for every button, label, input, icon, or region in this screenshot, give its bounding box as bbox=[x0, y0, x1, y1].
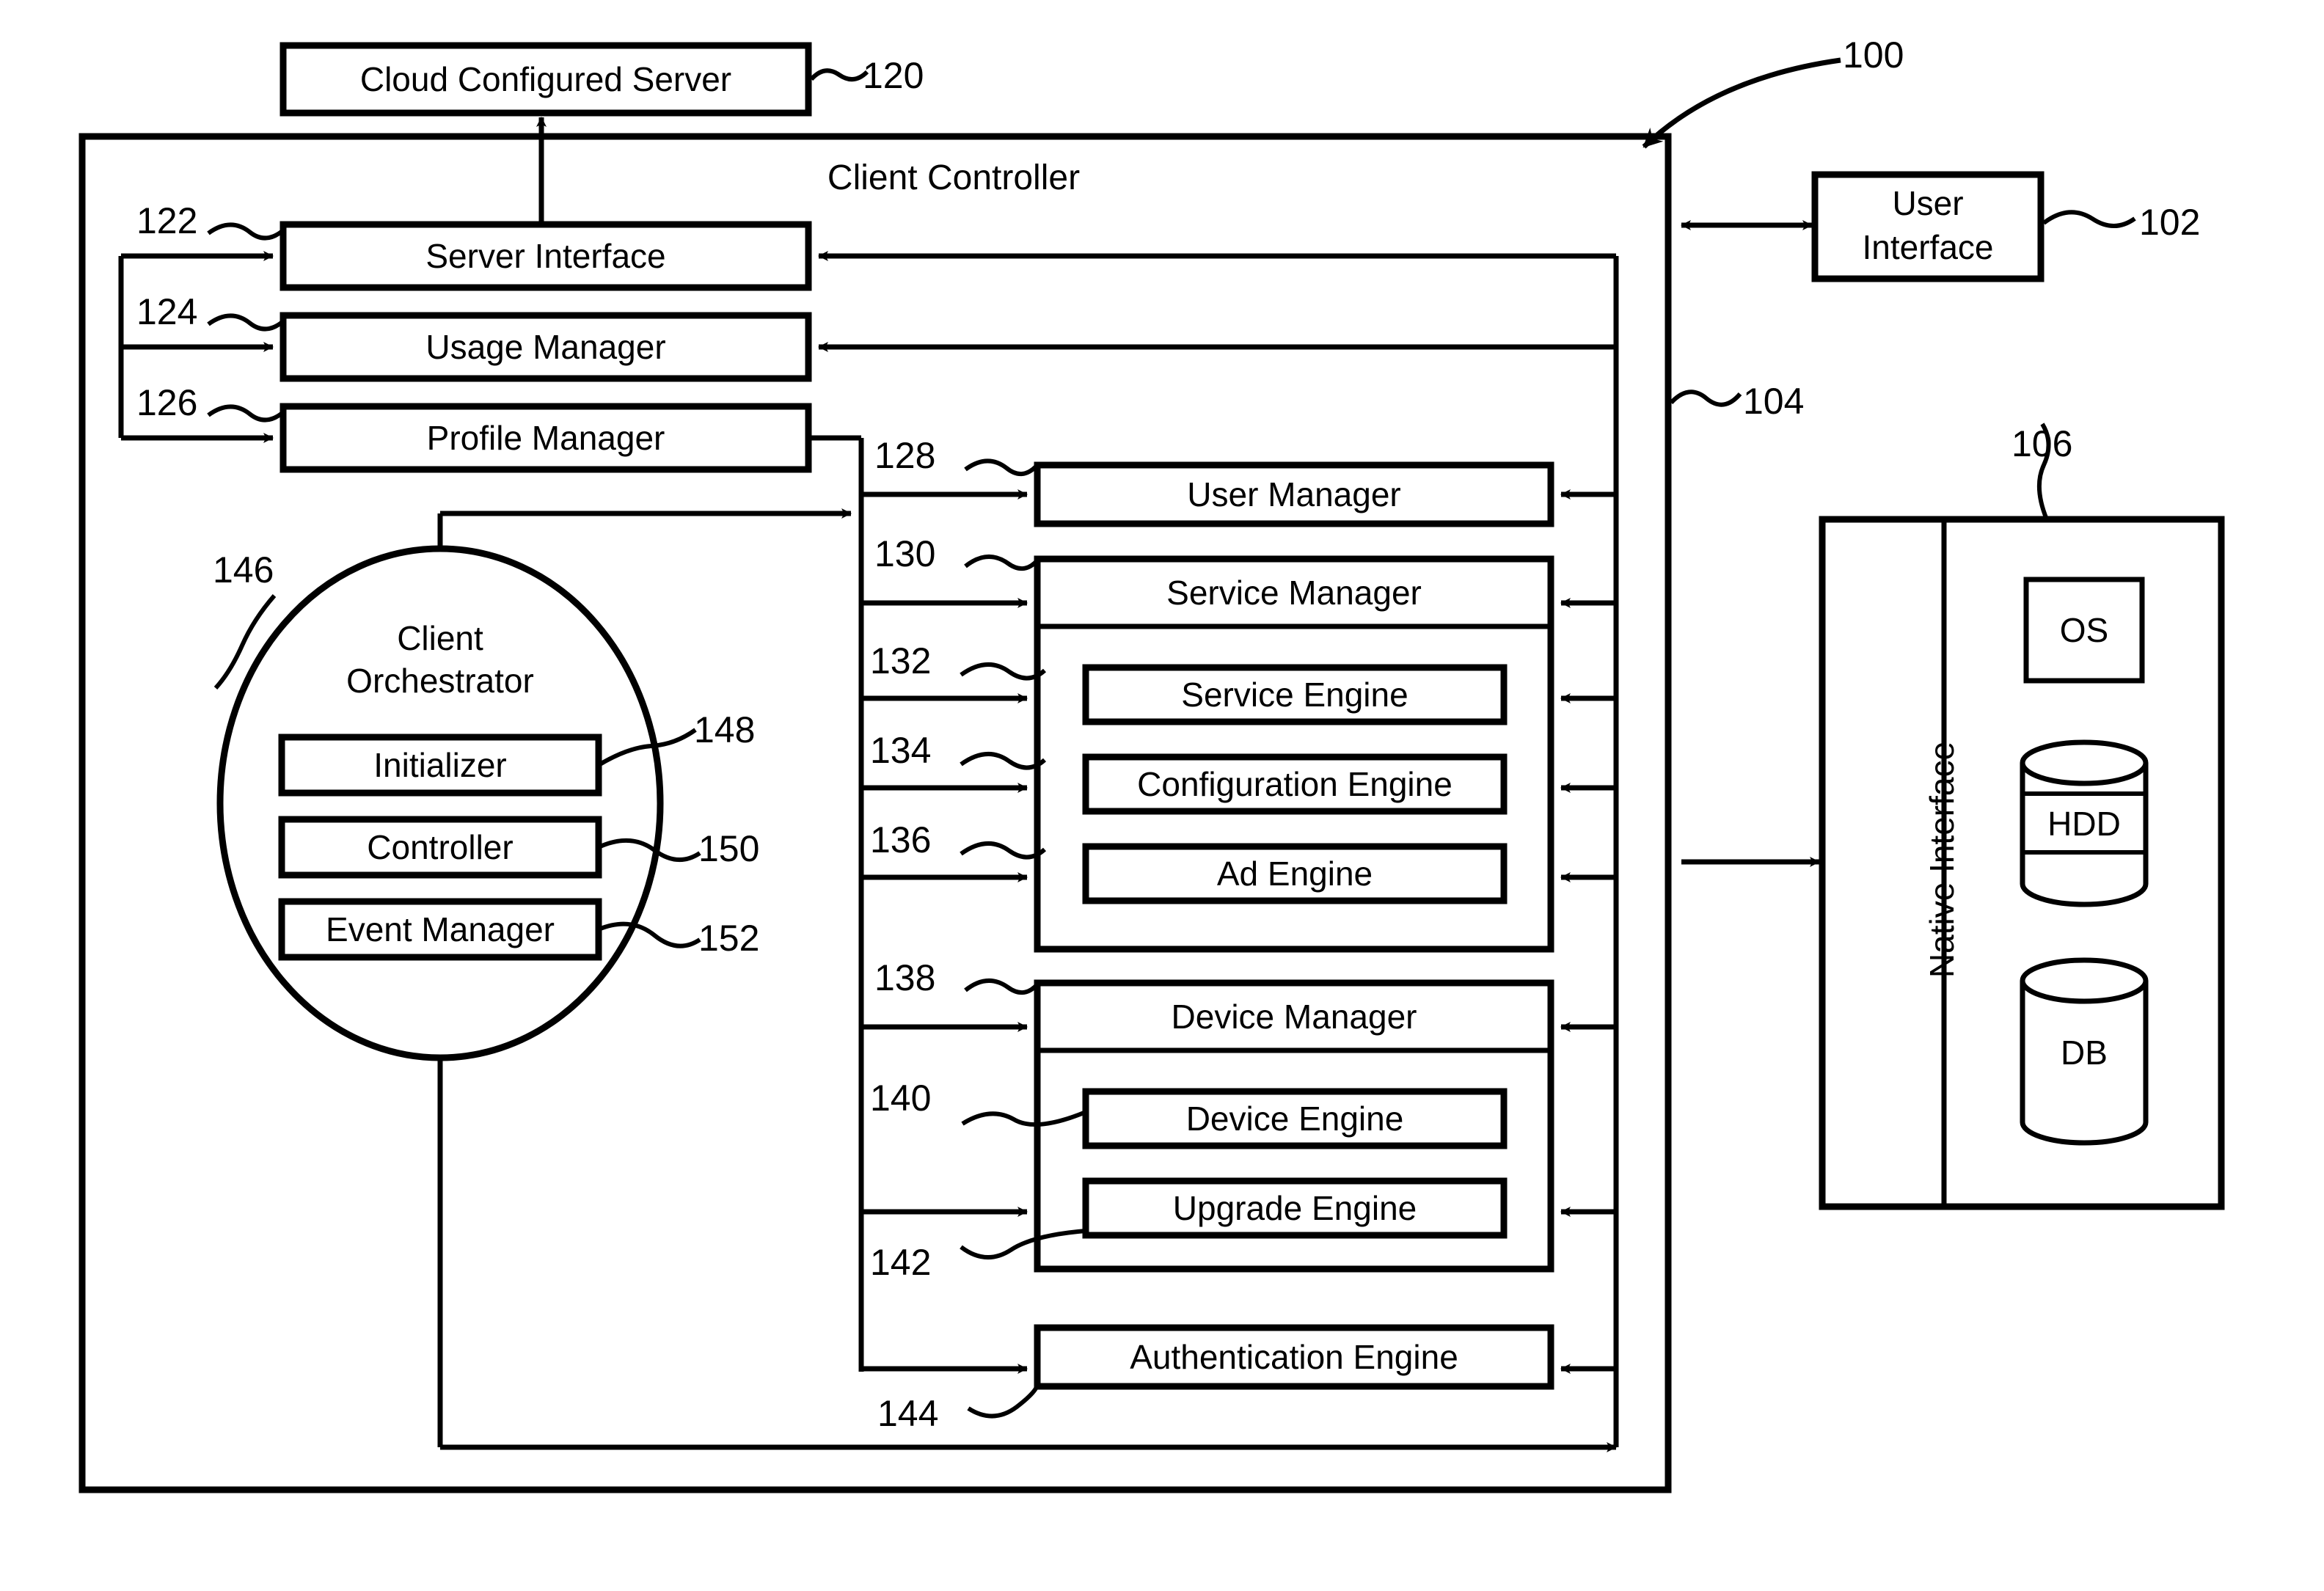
ref-106: 106 bbox=[2011, 423, 2073, 464]
cloud-configured-server-label: Cloud Configured Server bbox=[359, 59, 732, 98]
profile-manager-label: Profile Manager bbox=[426, 418, 665, 457]
user-interface-label-line1: User bbox=[1892, 183, 1964, 222]
service-engine-label: Service Engine bbox=[1181, 675, 1408, 714]
usage-manager-label: Usage Manager bbox=[425, 327, 666, 366]
ref-122: 122 bbox=[136, 200, 198, 241]
ref-136: 136 bbox=[870, 819, 932, 860]
initializer-label: Initializer bbox=[373, 745, 507, 784]
native-interface-label: Native Interface bbox=[1922, 741, 1961, 979]
ref-152: 152 bbox=[698, 917, 760, 959]
ref-150: 150 bbox=[698, 827, 760, 869]
patent-figure: Cloud Configured Server 120 100 Client C… bbox=[0, 0, 2324, 1591]
device-manager-label: Device Manager bbox=[1171, 997, 1417, 1036]
ref-140: 140 bbox=[870, 1077, 932, 1119]
authentication-engine-label: Authentication Engine bbox=[1130, 1337, 1458, 1376]
ref-132: 132 bbox=[870, 640, 932, 681]
ref-148: 148 bbox=[694, 709, 756, 750]
configuration-engine-label: Configuration Engine bbox=[1137, 764, 1452, 803]
ref-130: 130 bbox=[874, 533, 936, 574]
service-manager-label: Service Manager bbox=[1166, 573, 1422, 612]
ref-146: 146 bbox=[213, 549, 274, 590]
client-orchestrator-title-line2: Orchestrator bbox=[346, 661, 534, 700]
upgrade-engine-label: Upgrade Engine bbox=[1172, 1188, 1417, 1227]
ref-142: 142 bbox=[870, 1241, 932, 1283]
ref-104: 104 bbox=[1743, 380, 1805, 422]
client-orchestrator-title-line1: Client bbox=[397, 618, 483, 657]
ref-138: 138 bbox=[874, 957, 936, 998]
ref-126: 126 bbox=[136, 381, 198, 423]
db-label: DB bbox=[2061, 1033, 2108, 1072]
hdd-label: HDD bbox=[2047, 804, 2121, 843]
server-interface-label: Server Interface bbox=[425, 236, 666, 275]
ad-engine-label: Ad Engine bbox=[1216, 854, 1373, 893]
user-manager-label: User Manager bbox=[1187, 475, 1401, 513]
ref-134: 134 bbox=[870, 729, 932, 771]
event-manager-label: Event Manager bbox=[326, 910, 555, 948]
ref-124: 124 bbox=[136, 290, 198, 332]
controller-label: Controller bbox=[367, 827, 514, 866]
os-label: OS bbox=[2059, 610, 2109, 649]
user-interface-label-line2: Interface bbox=[1862, 227, 1994, 266]
client-controller-title: Client Controller bbox=[827, 158, 1081, 197]
ref-120: 120 bbox=[863, 54, 924, 96]
ref-102: 102 bbox=[2139, 201, 2201, 243]
ref-128: 128 bbox=[874, 434, 936, 476]
ref-144: 144 bbox=[877, 1392, 939, 1434]
ref-100: 100 bbox=[1843, 34, 1904, 76]
device-engine-label: Device Engine bbox=[1185, 1099, 1404, 1138]
